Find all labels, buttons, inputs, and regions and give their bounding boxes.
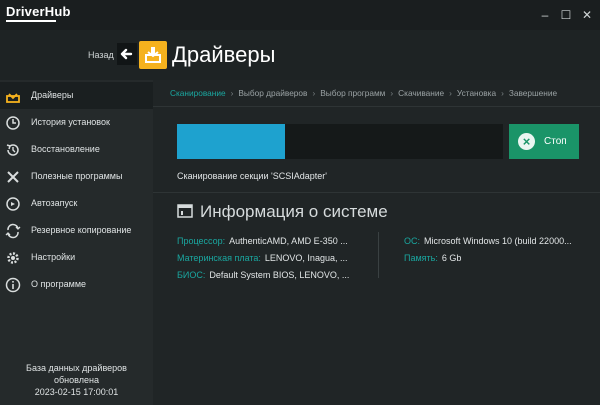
- info-os-value: Microsoft Windows 10 (build 22000...: [424, 236, 572, 246]
- info-bios-value: Default System BIOS, LENOVO, ...: [209, 270, 350, 280]
- tools-icon: [7, 171, 19, 183]
- arrow-left-icon: [120, 48, 133, 60]
- info-cpu: Процессор: AuthenticAMD, AMD E-350 ...: [177, 236, 348, 246]
- maximize-button[interactable]: ☐: [559, 8, 573, 22]
- info-cpu-value: AuthenticAMD, AMD E-350 ...: [229, 236, 348, 246]
- stop-button[interactable]: × Стоп: [509, 124, 579, 159]
- sidebar-item-label: Настройки: [31, 252, 76, 262]
- stop-button-label: Стоп: [544, 136, 567, 147]
- scan-progress-fill: [177, 124, 285, 159]
- sidebar-item-label: Полезные программы: [31, 171, 123, 181]
- section-divider: [153, 192, 600, 193]
- db-line-1: База данных драйверов: [26, 363, 127, 373]
- info-board: Материнская плата: LENOVO, Inagua, ...: [177, 253, 347, 263]
- breadcrumb-step-finish: Завершение: [508, 88, 558, 98]
- sidebar-item-drivers[interactable]: Драйверы: [0, 82, 153, 109]
- sidebar-item-tools[interactable]: Полезные программы: [0, 163, 153, 190]
- info-board-value: LENOVO, Inagua, ...: [264, 253, 348, 263]
- sidebar-item-label: Восстановление: [31, 144, 100, 154]
- info-ram-label: Память:: [404, 253, 438, 263]
- backup-icon: [5, 223, 21, 239]
- back-button[interactable]: [117, 43, 137, 65]
- info-os: ОС: Microsoft Windows 10 (build 22000...: [404, 236, 572, 246]
- main-panel: Сканирование › Выбор драйверов › Выбор прогр…: [153, 80, 600, 405]
- database-info: База данных драйверов обновлена 2023-02-…: [0, 362, 153, 398]
- sidebar-item-label: О программе: [31, 279, 87, 289]
- breadcrumb-divider: [153, 106, 600, 107]
- info-board-label: Материнская плата:: [177, 253, 261, 263]
- info-os-label: ОС:: [404, 236, 421, 246]
- breadcrumb-step-scan: Сканирование: [170, 88, 226, 98]
- breadcrumb-step-select-drivers: Выбор драйверов: [238, 88, 308, 98]
- sidebar-item-restore[interactable]: Восстановление: [0, 136, 153, 163]
- info-cpu-label: Процессор:: [177, 236, 226, 246]
- minimize-button[interactable]: –: [538, 8, 552, 22]
- close-circle-icon: ×: [518, 133, 535, 150]
- info-icon: [5, 277, 21, 293]
- restore-icon: [6, 144, 19, 156]
- breadcrumb-step-select-programs: Выбор программ: [320, 88, 386, 98]
- sidebar-item-autorun[interactable]: Автозапуск: [0, 190, 153, 217]
- sidebar-item-label: Резервное копирование: [31, 225, 132, 235]
- sidebar-item-label: История установок: [31, 117, 110, 127]
- sidebar-item-backup[interactable]: Резервное копирование: [0, 217, 153, 244]
- info-ram: Память: 6 Gb: [404, 253, 461, 263]
- drivers-icon: [6, 93, 20, 103]
- scan-status-text: Сканирование секции 'SCSIAdapter': [177, 171, 327, 181]
- chevron-right-icon: ›: [449, 88, 452, 98]
- breadcrumb-step-install: Установка: [456, 88, 497, 98]
- clock-icon: [6, 116, 20, 130]
- scan-progress-bar: [177, 124, 503, 159]
- breadcrumb: Сканирование › Выбор драйверов › Выбор прогр…: [170, 88, 557, 98]
- close-button[interactable]: ✕: [580, 8, 594, 22]
- breadcrumb-step-download: Скачивание: [398, 88, 445, 98]
- chevron-right-icon: ›: [390, 88, 394, 98]
- back-label[interactable]: Назад: [88, 50, 114, 60]
- info-bios-label: БИОС:: [177, 270, 206, 280]
- db-date: 2023-02-15 17:00:01: [34, 387, 119, 397]
- sidebar: Драйверы История установок Восстановлени…: [0, 80, 153, 405]
- sidebar-item-history[interactable]: История установок: [0, 109, 153, 136]
- chevron-right-icon: ›: [312, 88, 316, 98]
- sidebar-item-settings[interactable]: Настройки: [0, 244, 153, 271]
- power-icon: [6, 197, 20, 211]
- db-line-2: обновлена: [54, 375, 99, 385]
- chevron-right-icon: ›: [501, 88, 504, 98]
- system-info-icon: [177, 204, 193, 218]
- logo-underline: [6, 20, 56, 22]
- sidebar-item-about[interactable]: О программе: [0, 271, 153, 298]
- app-logo: DriverHub: [6, 4, 71, 19]
- gear-icon: [7, 252, 19, 264]
- sidebar-item-label: Драйверы: [31, 90, 74, 100]
- chevron-right-icon: ›: [230, 88, 234, 98]
- system-info-title: Информация о системе: [200, 202, 388, 221]
- drivers-header-icon: [139, 41, 167, 69]
- title-bar: DriverHub – ☐ ✕: [0, 0, 600, 30]
- info-column-separator: [378, 232, 379, 278]
- sidebar-item-label: Автозапуск: [31, 198, 78, 208]
- info-bios: БИОС: Default System BIOS, LENOVO, ...: [177, 270, 349, 280]
- page-title: Драйверы: [172, 42, 276, 67]
- info-ram-value: 6 Gb: [441, 253, 462, 263]
